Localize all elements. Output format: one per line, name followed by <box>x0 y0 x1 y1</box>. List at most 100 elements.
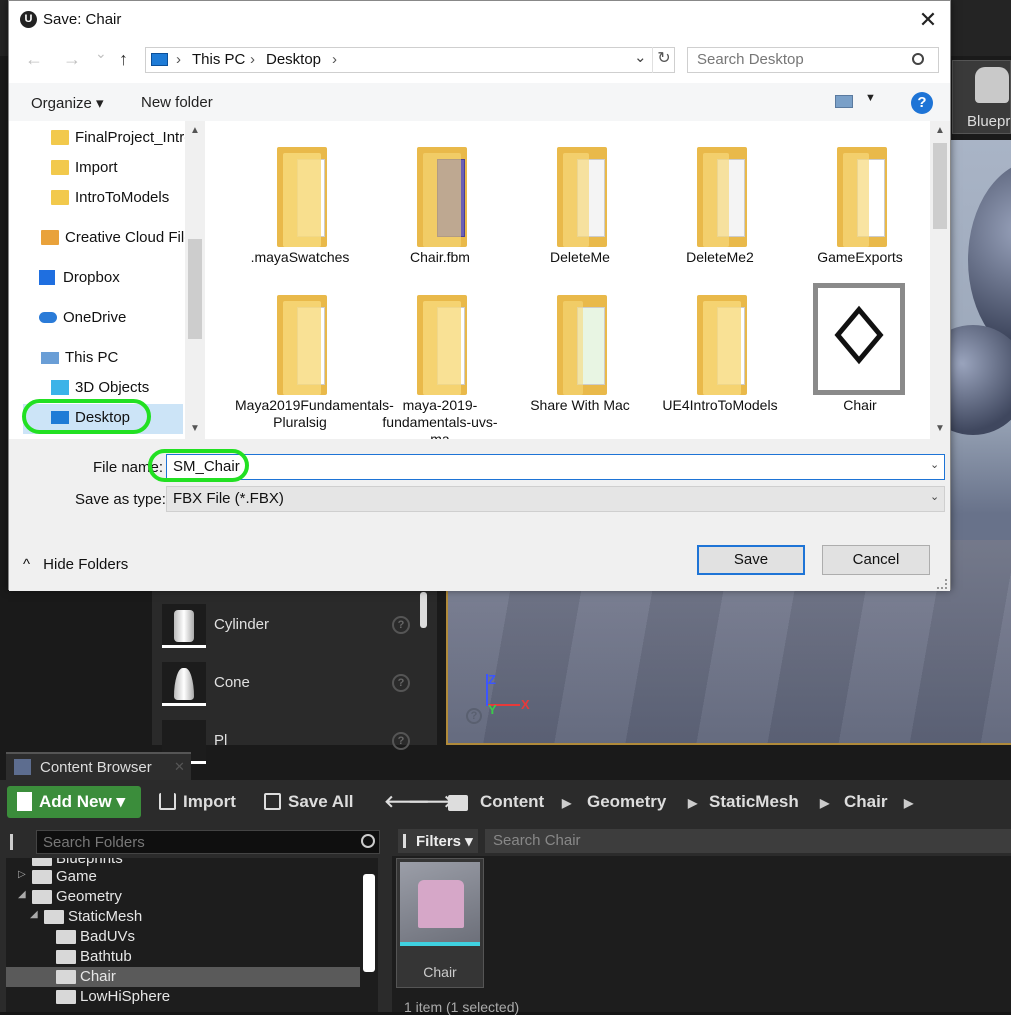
nav-item-label: This PC <box>65 349 119 366</box>
path-item-geometry[interactable]: Geometry <box>587 792 666 812</box>
place-item-label: Pl <box>214 732 228 749</box>
place-item-cylinder[interactable]: Cylinder ? <box>160 602 425 650</box>
path-separator-icon[interactable]: ▶ <box>562 796 571 810</box>
scroll-down-icon[interactable]: ▼ <box>190 423 200 434</box>
collapse-arrow-icon[interactable]: ◢ <box>30 909 38 920</box>
hide-folders-button[interactable]: ^ Hide Folders <box>23 556 128 573</box>
filters-button[interactable]: Filters ▾ <box>398 829 478 853</box>
file-item-share-with-mac[interactable]: Share With Mac <box>515 273 645 419</box>
path-separator-icon[interactable]: ▶ <box>688 796 697 810</box>
cancel-button[interactable]: Cancel <box>822 545 930 575</box>
save-type-dropdown-icon[interactable]: ⌄ <box>930 490 939 503</box>
place-panel-scrollbar[interactable] <box>420 592 427 628</box>
file-item-label: maya-2019-fundamentals-uvs-ma <box>382 397 498 439</box>
folder-tree-scrollbar[interactable] <box>363 874 375 972</box>
help-icon[interactable]: ? <box>392 674 410 692</box>
folder-search-placeholder: Search Folders <box>43 834 145 851</box>
save-button[interactable]: Save <box>697 545 805 575</box>
file-name-input[interactable]: SM_Chair ⌄ <box>166 454 945 480</box>
place-item-cone[interactable]: Cone ? <box>160 660 425 708</box>
file-item-maya-2019-fundamentals-uvs[interactable]: maya-2019-fundamentals-uvs-ma <box>375 273 505 439</box>
place-item-label: Cylinder <box>214 616 270 633</box>
nav-pane-scrollbar[interactable]: ▲ ▼ <box>185 121 205 439</box>
path-separator-icon[interactable]: ▶ <box>820 796 829 810</box>
folder-search-input[interactable]: Search Folders <box>36 830 380 854</box>
scrollbar-thumb[interactable] <box>188 239 202 339</box>
address-dropdown-icon[interactable]: ⌄ <box>634 48 647 66</box>
place-item-plane[interactable]: Pl ? <box>160 718 425 766</box>
file-item-deleteme[interactable]: DeleteMe <box>515 125 645 271</box>
file-list: .mayaSwatches Chair.fbm DeleteMe DeleteM… <box>205 121 950 439</box>
file-item-label: .mayaSwatches <box>250 249 350 265</box>
address-bar[interactable]: › This PC › Desktop › ⌄ <box>145 47 675 73</box>
file-item-gameexports[interactable]: GameExports <box>795 125 925 271</box>
file-item-chair-fbm[interactable]: Chair.fbm <box>375 125 505 271</box>
refresh-icon[interactable]: ↻ <box>652 47 675 73</box>
history-forward-icon[interactable]: 🡒 <box>408 792 454 812</box>
file-item-chair[interactable]: Chair <box>795 273 925 419</box>
breadcrumb-desktop[interactable]: Desktop <box>266 51 321 68</box>
organize-button[interactable]: Organize ▾ <box>31 94 104 112</box>
file-list-scrollbar[interactable]: ▲ ▼ <box>930 121 950 439</box>
folder-icon <box>56 950 76 964</box>
viewport-help-icon[interactable]: ? <box>466 708 482 724</box>
help-icon[interactable]: ? <box>392 616 410 634</box>
search-icon <box>912 53 924 65</box>
asset-search-input[interactable]: Search Chair <box>485 829 1011 853</box>
expand-arrow-icon[interactable]: ▷ <box>18 869 26 880</box>
cone-thumbnail-icon <box>162 662 206 706</box>
file-item-deleteme2[interactable]: DeleteMe2 <box>655 125 785 271</box>
breadcrumb-this-pc[interactable]: This PC <box>192 51 245 68</box>
folder-icon <box>32 870 52 884</box>
path-item-chair[interactable]: Chair <box>844 792 887 812</box>
tree-item-label: Game <box>56 868 97 885</box>
blueprints-label: Bluepr <box>967 113 1011 130</box>
up-arrow-icon[interactable]: ↑ <box>119 49 128 70</box>
add-new-button[interactable]: Add New ▾ <box>7 786 141 818</box>
path-item-staticmesh[interactable]: StaticMesh <box>709 792 799 812</box>
path-separator-icon[interactable]: ▶ <box>904 796 913 810</box>
breadcrumb-separator-icon[interactable]: › <box>176 51 181 68</box>
resize-grip-icon[interactable] <box>937 579 947 589</box>
close-button[interactable]: ✕ <box>914 7 942 33</box>
asset-tile-chair[interactable]: Chair <box>396 858 484 988</box>
import-button[interactable]: Import <box>155 786 245 818</box>
import-label: Import <box>183 792 236 811</box>
scroll-down-icon[interactable]: ▼ <box>935 423 945 434</box>
save-type-select[interactable]: FBX File (*.FBX) ⌄ <box>166 486 945 512</box>
folder-tree-toggle-icon[interactable] <box>10 834 30 850</box>
blueprints-toolbar-button[interactable]: Bluepr <box>952 60 1011 134</box>
new-folder-button[interactable]: New folder <box>141 94 213 111</box>
search-input[interactable]: Search Desktop <box>687 47 939 73</box>
armchair-icon <box>418 880 464 928</box>
file-item-ue4introtomodels[interactable]: UE4IntroToModels <box>655 273 785 419</box>
folder-icon <box>56 970 76 984</box>
file-name-dropdown-icon[interactable]: ⌄ <box>930 458 939 471</box>
collapse-arrow-icon[interactable]: ◢ <box>18 889 26 900</box>
folder-icon <box>51 190 69 205</box>
breadcrumb-separator-icon[interactable]: › <box>332 51 337 68</box>
recent-locations-icon[interactable]: ⌄ <box>95 45 107 62</box>
content-browser-tab[interactable]: Content Browser ✕ <box>6 752 191 780</box>
tree-item-label: BadUVs <box>80 928 136 945</box>
change-view-icon[interactable] <box>835 95 853 108</box>
forward-arrow-icon[interactable]: → <box>63 49 81 70</box>
scroll-up-icon[interactable]: ▲ <box>190 125 200 136</box>
breadcrumb-separator-icon[interactable]: › <box>250 51 255 68</box>
scroll-up-icon[interactable]: ▲ <box>935 125 945 136</box>
help-button[interactable]: ? <box>911 92 933 114</box>
new-file-icon <box>17 792 32 811</box>
cylinder-thumbnail-icon <box>162 604 206 648</box>
file-item-maya2019fundamentals[interactable]: Maya2019Fundamentals-Pluralsig <box>235 273 394 430</box>
scrollbar-thumb[interactable] <box>933 143 947 229</box>
help-icon[interactable]: ? <box>392 732 410 750</box>
tab-close-icon[interactable]: ✕ <box>174 759 185 775</box>
place-item-label: Cone <box>214 674 250 691</box>
view-options-caret-icon[interactable]: ▼ <box>865 92 876 104</box>
tree-item-label: Blueprints <box>56 858 123 867</box>
save-all-button[interactable]: Save All <box>260 786 370 818</box>
back-arrow-icon[interactable]: ← <box>25 49 43 70</box>
file-item-mayaswatches[interactable]: .mayaSwatches <box>235 125 365 271</box>
computer-icon <box>41 352 59 364</box>
path-item-content[interactable]: Content <box>480 792 544 812</box>
